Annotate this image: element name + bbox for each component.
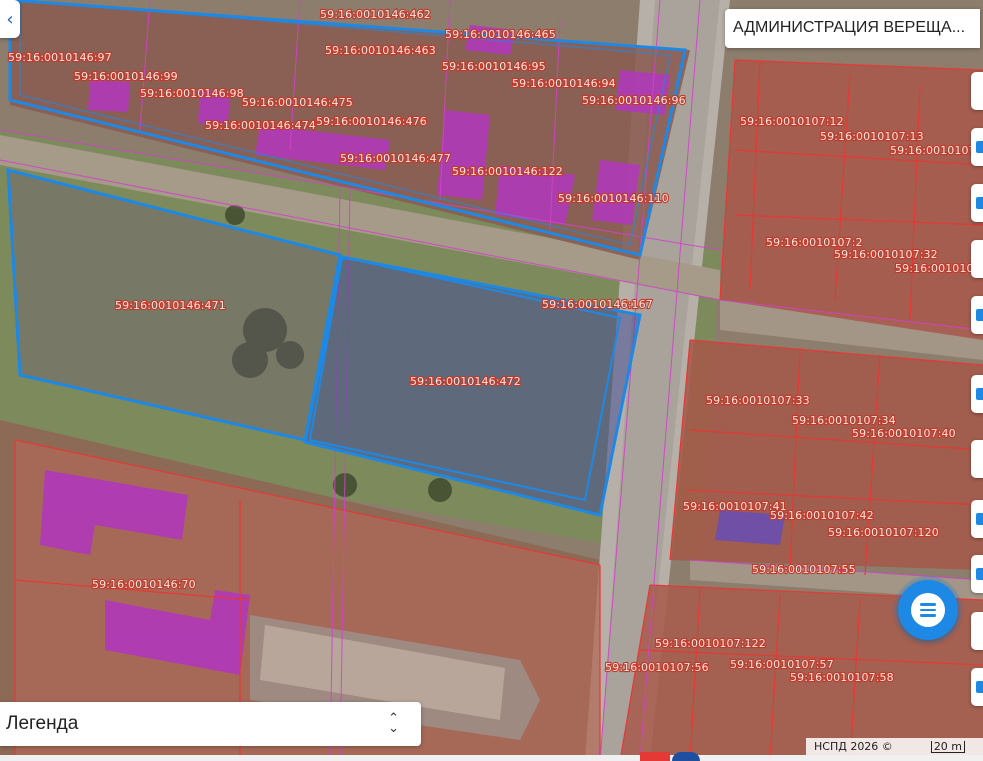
location-icon [976, 453, 983, 465]
info-icon [976, 253, 983, 265]
layers-icon [976, 85, 983, 97]
plot-label[interactable]: 59:16:0010146:99 [73, 69, 179, 84]
plot-label[interactable]: 59:16:0010107:32 [833, 247, 939, 262]
plot-label[interactable]: 59:16:0010146:471 [114, 298, 227, 313]
plot-label[interactable]: 59:16:0010146:462 [319, 7, 432, 22]
tool-button[interactable] [971, 296, 983, 334]
map-canvas[interactable]: 59:16:0010146:462 59:16:0010146:465 59:16:… [0, 0, 983, 761]
search-title-box[interactable]: АДМИНИСТРАЦИЯ ВЕРЕЩА... [725, 9, 980, 48]
home-icon [976, 388, 983, 400]
legend-toggle-icon[interactable]: ⌃ ⌄ [388, 712, 399, 735]
plot-label[interactable]: 59:16:0010146:167 [541, 297, 654, 312]
plot-label[interactable]: 59:16:0010146:98 [139, 86, 245, 101]
scale-bar: 20 m [930, 740, 966, 753]
zoom-in-icon [976, 625, 983, 637]
back-button[interactable]: ‹ [0, 0, 20, 38]
plot-label[interactable]: 59:16:0010107:58 [789, 670, 895, 685]
attribution-text: НСПД 2026 © [814, 740, 893, 753]
plot-label[interactable]: 59:16:0010107:40 [851, 426, 957, 441]
tool-button[interactable] [971, 612, 983, 650]
plot-label[interactable]: 59:16:0010107:141 [894, 261, 983, 276]
plot-label[interactable]: 59:16:0010146:465 [444, 27, 557, 42]
plot-label[interactable]: 59:16:0010146:94 [511, 76, 617, 91]
cadastral-map[interactable]: 59:16:0010146:462 59:16:0010146:465 59:16:… [0, 0, 983, 761]
plot-label[interactable]: 59:16:0010107:42 [769, 508, 875, 523]
print-icon [976, 197, 983, 209]
chevron-left-icon: ‹ [6, 8, 14, 30]
bottom-red-tab[interactable] [640, 752, 670, 761]
plot-label[interactable]: 59:16:0010107:55 [751, 562, 857, 577]
plot-label[interactable]: 59:16:0010146:122 [451, 164, 564, 179]
measure-icon [976, 141, 983, 153]
plot-label[interactable]: 59:16:0010146:477 [339, 151, 452, 166]
plot-label[interactable]: 59:16:0010146:475 [241, 95, 354, 110]
tool-button[interactable] [971, 240, 983, 278]
plot-label[interactable]: 59:16:0010146:463 [324, 43, 437, 58]
plot-label[interactable]: 59:16:0010146:476 [315, 114, 428, 129]
tool-button[interactable] [971, 555, 983, 593]
bottom-strip [0, 755, 983, 761]
plot-label[interactable]: 59:16:0010146:95 [441, 59, 547, 74]
plot-label[interactable]: 59:16:0010146:96 [581, 93, 687, 108]
tool-button[interactable] [971, 184, 983, 222]
plot-label[interactable]: 59:16:0010107:120 [827, 525, 940, 540]
plot-label[interactable]: 59:16:0010107:33 [705, 393, 811, 408]
plot-label[interactable]: 59:16:0010107:34 [791, 413, 897, 428]
tool-button[interactable] [971, 72, 983, 110]
map-attribution: НСПД 2026 © 20 m [806, 738, 983, 755]
plot-label[interactable]: 59:16:0010146:474 [204, 118, 317, 133]
plot-label[interactable]: 59:16:0010107:12 [739, 114, 845, 129]
tool-button[interactable] [971, 500, 983, 538]
plot-label[interactable]: 59:16:0010146:70 [91, 577, 197, 592]
search-title: АДМИНИСТРАЦИЯ ВЕРЕЩА... [733, 19, 966, 36]
share-icon [976, 309, 983, 321]
legend-label: Легенда [6, 713, 79, 734]
chat-icon [911, 593, 945, 627]
bottom-blue-tab[interactable] [672, 752, 700, 761]
plot-label[interactable]: 59:16:0010107:56 [604, 660, 710, 675]
tool-button[interactable] [971, 375, 983, 413]
plot-label[interactable]: 59:16:0010146:472 [409, 374, 522, 389]
zoom-out-icon [976, 681, 983, 693]
plot-label[interactable]: 59:16:0010107 [889, 143, 977, 158]
tool-button[interactable] [971, 668, 983, 706]
plot-label[interactable]: 59:16:0010107:57 [729, 657, 835, 672]
tool-button[interactable] [971, 440, 983, 478]
chat-button[interactable] [898, 580, 958, 640]
legend-panel[interactable]: Легенда ⌃ ⌄ [0, 702, 421, 746]
plot-label[interactable]: 59:16:0010146:110 [557, 191, 670, 206]
tool-button[interactable] [971, 128, 983, 166]
ruler-icon [976, 568, 983, 580]
plot-label[interactable]: 59:16:0010107:122 [654, 636, 767, 651]
plot-label[interactable]: 59:16:0010146:97 [7, 50, 113, 65]
draw-icon [976, 513, 983, 525]
plot-label[interactable]: 59:16:0010107:13 [819, 129, 925, 144]
